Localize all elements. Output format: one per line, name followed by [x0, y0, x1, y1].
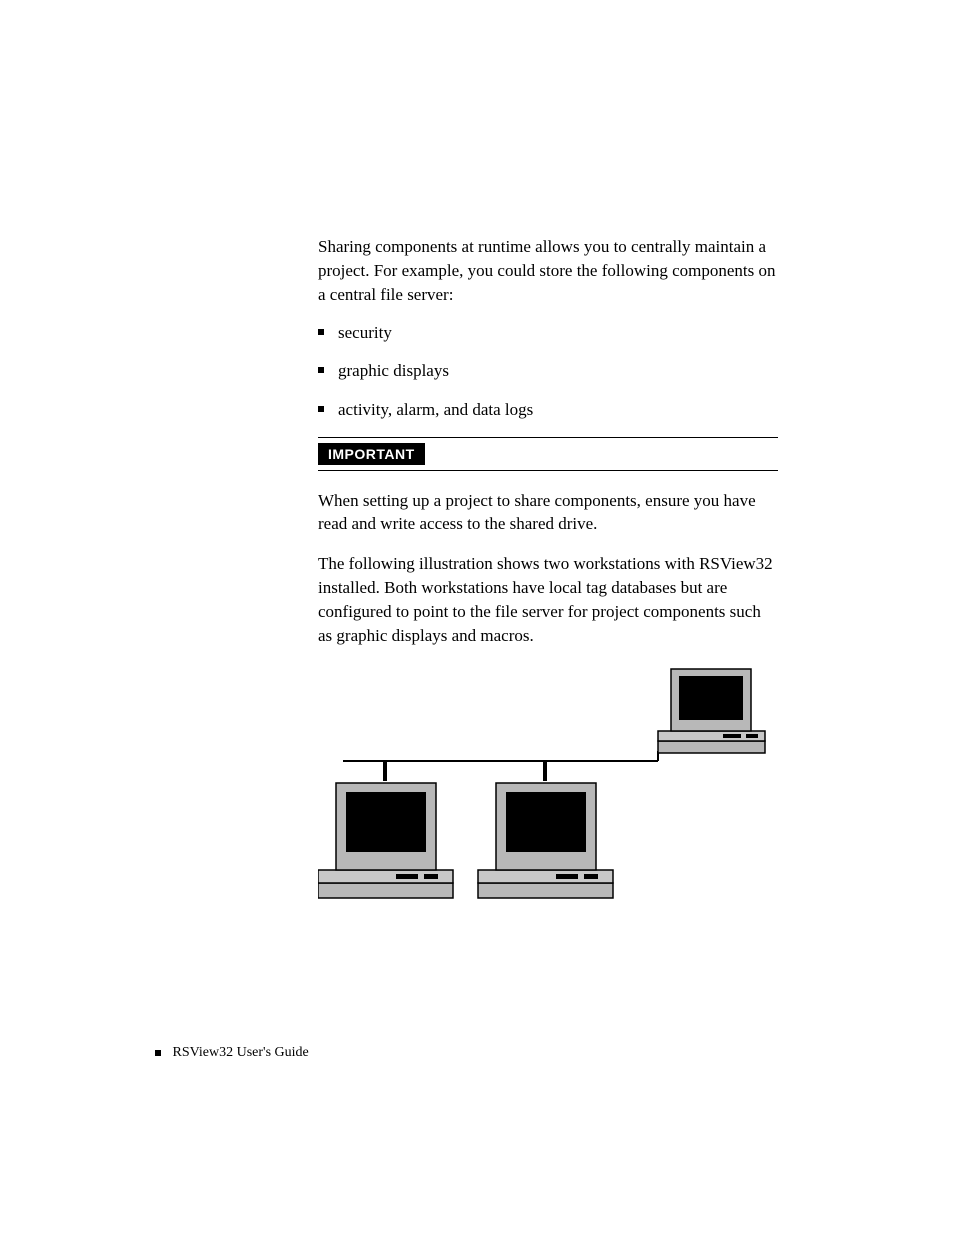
illustration-paragraph: The following illustration shows two wor… — [318, 552, 778, 647]
workstation2-icon — [478, 783, 613, 898]
component-list: security graphic displays activity, alar… — [318, 322, 778, 420]
footer-bullet-icon — [155, 1050, 161, 1056]
page-footer: RSView32 User's Guide — [155, 1045, 309, 1062]
footer-text: RSView32 User's Guide — [173, 1045, 309, 1060]
important-callout: IMPORTANT — [318, 437, 778, 471]
access-paragraph: When setting up a project to share compo… — [318, 489, 778, 537]
page-content: Sharing components at runtime allows you… — [318, 235, 778, 918]
list-item: activity, alarm, and data logs — [318, 399, 778, 421]
list-item: graphic displays — [318, 360, 778, 382]
intro-paragraph: Sharing components at runtime allows you… — [318, 235, 778, 306]
workstation1-icon — [318, 783, 453, 898]
server-icon — [658, 669, 765, 753]
important-badge: IMPORTANT — [318, 443, 425, 465]
network-diagram — [318, 663, 778, 918]
list-item: security — [318, 322, 778, 344]
